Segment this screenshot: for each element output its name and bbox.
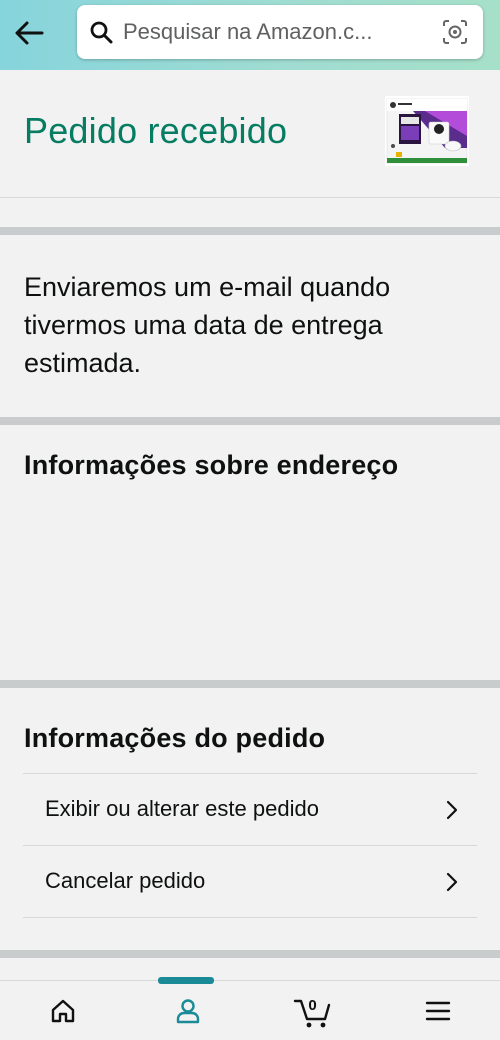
nav-account[interactable] <box>125 981 250 1040</box>
camera-lens-icon[interactable] <box>441 18 469 46</box>
order-info-heading: Informações do pedido <box>24 723 326 753</box>
top-search-bar <box>0 0 500 70</box>
section-divider <box>0 227 500 235</box>
section-divider <box>0 950 500 958</box>
bottom-navigation: 0 <box>0 980 500 1040</box>
order-header: Pedido recebido <box>0 70 500 198</box>
nav-menu[interactable] <box>375 981 500 1040</box>
cart-wrapper: 0 <box>293 991 333 1031</box>
nav-cart[interactable]: 0 <box>250 981 375 1040</box>
search-box[interactable] <box>77 5 483 59</box>
back-button[interactable] <box>8 12 50 54</box>
row-divider <box>23 917 477 918</box>
cancel-order-row[interactable]: Cancelar pedido <box>23 845 477 917</box>
nav-home[interactable] <box>0 981 125 1040</box>
search-input[interactable] <box>123 15 423 49</box>
page-title: Pedido recebido <box>24 110 288 151</box>
address-section-heading: Informações sobre endereço <box>24 450 399 480</box>
search-icon <box>90 21 113 44</box>
chevron-right-icon <box>446 800 458 820</box>
row-label: Cancelar pedido <box>45 868 206 893</box>
chevron-right-icon <box>446 872 458 892</box>
product-image[interactable] <box>385 96 469 166</box>
view-or-change-order-row[interactable]: Exibir ou alterar este pedido <box>23 773 477 845</box>
home-icon <box>51 999 74 1023</box>
section-divider <box>0 680 500 688</box>
arrow-left-icon <box>15 21 44 45</box>
delivery-message: Enviaremos um e-mail quando tivermos uma… <box>24 272 391 378</box>
person-icon <box>176 999 199 1024</box>
row-label: Exibir ou alterar este pedido <box>45 796 319 821</box>
hamburger-menu-icon <box>425 1001 450 1021</box>
section-divider <box>0 417 500 425</box>
cart-icon <box>293 999 330 1028</box>
active-tab-indicator <box>158 977 214 984</box>
